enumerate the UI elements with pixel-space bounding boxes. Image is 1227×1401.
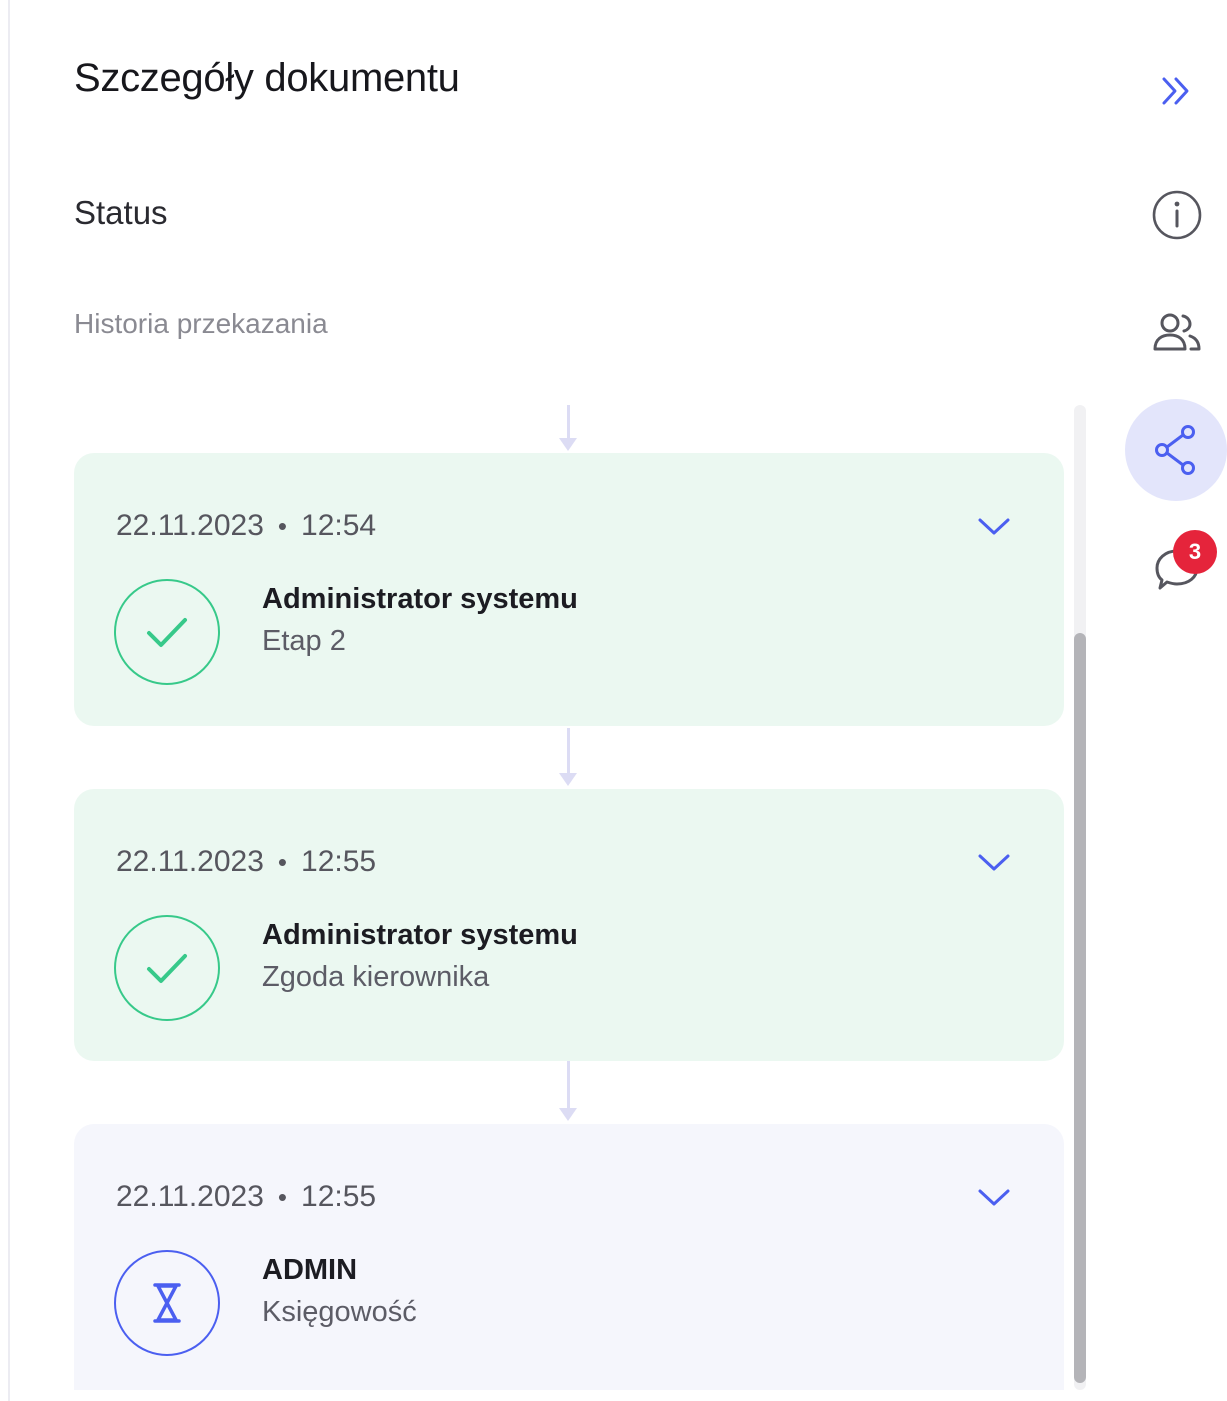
entry-time: 12:54 [301,509,377,542]
history-entry[interactable]: 22.11.2023 • 12:55 Administrator systemu Z… [74,789,1064,1061]
users-icon [1153,313,1201,351]
info-tab-button[interactable] [1148,186,1206,244]
timeline-connector [558,1061,578,1123]
expand-entry-button[interactable] [974,1182,1014,1212]
comments-count-badge: 3 [1173,530,1217,574]
scrollbar-thumb[interactable] [1074,633,1086,1383]
timeline-connector [558,728,578,788]
collapse-panel-button[interactable] [1148,66,1206,116]
history-tab-button[interactable] [1125,399,1227,501]
timestamp-separator: • [277,847,288,877]
chevron-down-icon [978,518,1010,535]
entry-time: 12:55 [301,845,377,878]
double-chevron-right-icon [1162,77,1189,105]
entry-step: Zgoda kierownika [262,961,490,993]
entry-timestamp: 22.11.2023 • 12:54 [116,509,376,543]
entry-date: 22.11.2023 [116,845,264,878]
history-section-label: Historia przekazania [74,308,328,339]
panel-left-border [8,0,10,1401]
history-entry[interactable]: 22.11.2023 • 12:55 ADMIN Księgowość [74,1124,1064,1390]
participants-tab-button[interactable] [1148,306,1206,358]
entry-step: Księgowość [262,1296,417,1328]
chevron-down-icon [978,1189,1010,1206]
pending-status-badge [114,1250,220,1356]
hourglass-icon [153,1283,181,1323]
expand-entry-button[interactable] [974,847,1014,877]
entry-timestamp: 22.11.2023 • 12:55 [116,1180,376,1214]
entry-date: 22.11.2023 [116,509,264,542]
info-icon [1152,190,1202,240]
status-section-header[interactable]: Status [74,194,168,232]
entry-user: ADMIN [262,1254,358,1286]
share-icon [1155,425,1195,475]
entry-step: Etap 2 [262,625,346,657]
check-icon [147,954,187,983]
chevron-down-icon [978,854,1010,871]
timeline-connector [558,405,578,453]
completed-status-badge [114,579,220,685]
entry-user: Administrator systemu [262,583,578,615]
timestamp-separator: • [277,1182,288,1212]
panel-title: Szczegóły dokumentu [74,56,460,100]
timestamp-separator: • [277,511,288,541]
history-timeline[interactable]: 22.11.2023 • 12:54 Administrator systemu E… [74,405,1064,1390]
entry-date: 22.11.2023 [116,1180,264,1213]
entry-time: 12:55 [301,1180,377,1213]
completed-status-badge [114,915,220,1021]
entry-timestamp: 22.11.2023 • 12:55 [116,845,376,879]
entry-user: Administrator systemu [262,919,578,951]
expand-entry-button[interactable] [974,511,1014,541]
history-entry[interactable]: 22.11.2023 • 12:54 Administrator systemu E… [74,453,1064,726]
check-icon [147,618,187,647]
